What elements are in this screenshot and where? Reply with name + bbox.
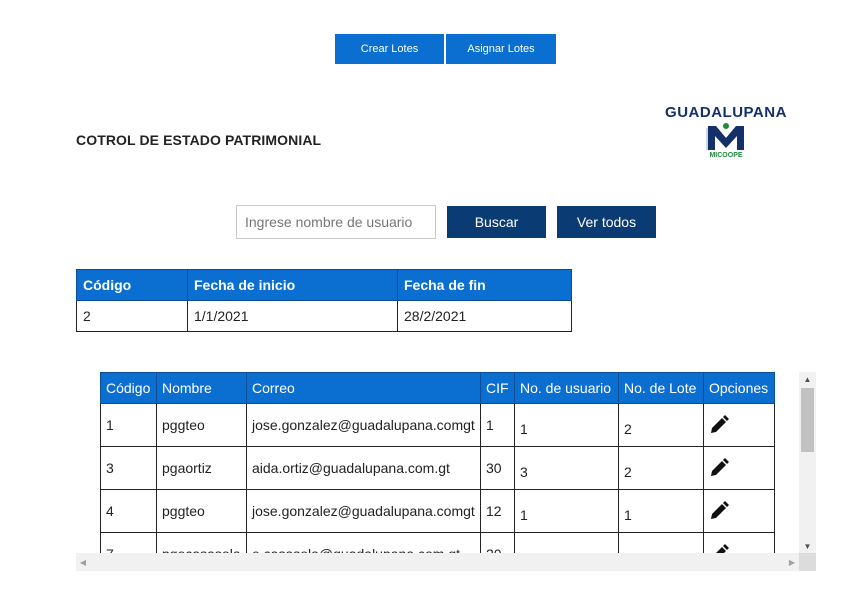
period-table: Código Fecha de inicio Fecha de fin 2 1/… xyxy=(76,269,572,332)
users-col-correo: Correo xyxy=(246,372,481,404)
user-nombre: pggteo xyxy=(156,403,247,447)
user-cif: 12 xyxy=(480,489,515,533)
users-col-no-lote: No. de Lote xyxy=(618,372,704,404)
pencil-icon[interactable] xyxy=(709,458,729,478)
buscar-button[interactable]: Buscar xyxy=(447,206,546,238)
guadalupana-logo: GUADALUPANA MICOOPE xyxy=(652,102,800,164)
users-col-cif: CIF xyxy=(480,372,515,404)
user-correo: jose.gonzalez@guadalupana.comgt xyxy=(246,489,481,533)
users-col-nombre: Nombre xyxy=(156,372,247,404)
period-fecha-fin: 28/2/2021 xyxy=(397,300,572,332)
users-col-opciones: Opciones xyxy=(703,372,775,404)
table-row: 1 pggteo jose.gonzalez@guadalupana.comgt… xyxy=(100,403,775,447)
users-table: Código Nombre Correo CIF No. de usuario … xyxy=(100,372,775,571)
user-codigo: 1 xyxy=(100,403,157,447)
table-row: 4 pggteo jose.gonzalez@guadalupana.comgt… xyxy=(100,489,775,533)
period-codigo: 2 xyxy=(76,300,188,332)
users-header-row: Código Nombre Correo CIF No. de usuario … xyxy=(100,372,775,404)
table-row: 3 pgaortiz aida.ortiz@guadalupana.com.gt… xyxy=(100,446,775,490)
crear-lotes-button[interactable]: Crear Lotes xyxy=(335,34,444,64)
scroll-up-arrow-icon[interactable]: ▲ xyxy=(799,372,816,386)
search-input[interactable] xyxy=(236,205,436,239)
period-col-codigo: Código xyxy=(76,269,188,301)
user-no-lote: 1 xyxy=(618,489,704,533)
user-opciones xyxy=(703,489,775,533)
logo-subtext: MICOOPE xyxy=(709,152,743,159)
period-header-row: Código Fecha de inicio Fecha de fin xyxy=(76,269,572,301)
users-col-no-usuario: No. de usuario xyxy=(514,372,619,404)
vertical-scrollbar[interactable]: ▲ ▼ xyxy=(799,372,816,553)
scrollbar-corner xyxy=(799,553,816,571)
user-cif: 1 xyxy=(480,403,515,447)
period-fecha-inicio: 1/1/2021 xyxy=(187,300,398,332)
user-no-lote: 2 xyxy=(618,446,704,490)
user-opciones xyxy=(703,403,775,447)
user-opciones xyxy=(703,446,775,490)
user-correo: aida.ortiz@guadalupana.com.gt xyxy=(246,446,481,490)
users-col-codigo: Código xyxy=(100,372,157,404)
horizontal-scrollbar[interactable]: ◀ ▶ xyxy=(76,553,799,571)
period-col-inicio: Fecha de inicio xyxy=(187,269,398,301)
pencil-icon[interactable] xyxy=(709,501,729,521)
asignar-lotes-button[interactable]: Asignar Lotes xyxy=(446,34,556,64)
page-title: COTROL DE ESTADO PATRIMONIAL xyxy=(76,132,322,148)
pencil-icon[interactable] xyxy=(709,415,729,435)
user-no-usuario: 1 xyxy=(514,489,619,533)
user-correo: jose.gonzalez@guadalupana.comgt xyxy=(246,403,481,447)
user-cif: 30 xyxy=(480,446,515,490)
user-no-usuario: 1 xyxy=(514,403,619,447)
vertical-scroll-thumb[interactable] xyxy=(801,388,814,452)
top-nav: Crear Lotes Asignar Lotes xyxy=(335,34,556,64)
scroll-down-arrow-icon[interactable]: ▼ xyxy=(799,539,816,553)
user-codigo: 3 xyxy=(100,446,157,490)
users-table-scroll-area[interactable]: Código Nombre Correo CIF No. de usuario … xyxy=(76,372,816,571)
scroll-right-arrow-icon[interactable]: ▶ xyxy=(785,553,799,571)
logo-text: GUADALUPANA xyxy=(665,104,787,121)
user-codigo: 4 xyxy=(100,489,157,533)
logo-mark-icon xyxy=(704,123,748,150)
user-no-usuario: 3 xyxy=(514,446,619,490)
user-nombre: pgaortiz xyxy=(156,446,247,490)
user-nombre: pggteo xyxy=(156,489,247,533)
user-no-lote: 2 xyxy=(618,403,704,447)
ver-todos-button[interactable]: Ver todos xyxy=(557,206,656,238)
scroll-left-arrow-icon[interactable]: ◀ xyxy=(76,553,90,571)
period-row: 2 1/1/2021 28/2/2021 xyxy=(76,300,572,332)
period-col-fin: Fecha de fin xyxy=(397,269,572,301)
